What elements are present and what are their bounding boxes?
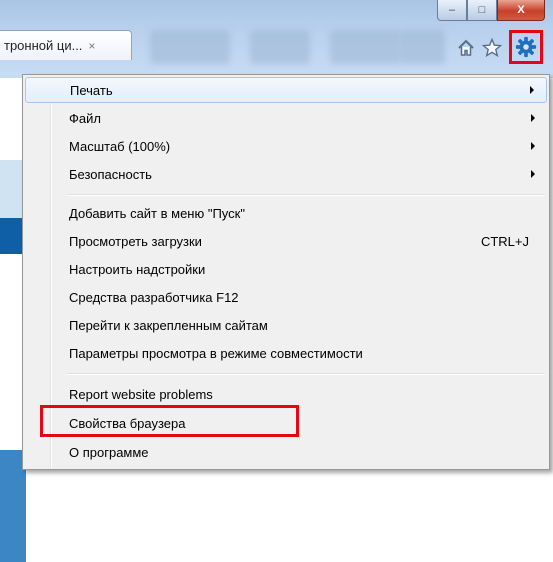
submenu-arrow-icon — [531, 170, 535, 178]
menu-item-view-downloads[interactable]: Просмотреть загрузки CTRL+J — [25, 228, 547, 254]
maximize-button[interactable]: □ — [467, 0, 497, 21]
close-button[interactable]: X — [497, 0, 545, 21]
menu-item-label: Добавить сайт в меню "Пуск" — [69, 205, 245, 221]
menu-item-label: Масштаб (100%) — [69, 138, 171, 154]
gear-icon[interactable] — [515, 34, 537, 60]
menu-item-zoom[interactable]: Масштаб (100%) — [25, 133, 547, 159]
menu-item-compat-view[interactable]: Параметры просмотра в режиме совместимос… — [25, 340, 547, 366]
menu-item-add-to-start[interactable]: Добавить сайт в меню "Пуск" — [25, 200, 547, 226]
minimize-button[interactable]: ‒ — [437, 0, 467, 21]
menu-item-label: Безопасность — [69, 166, 152, 182]
menu-item-label: Просмотреть загрузки — [69, 233, 202, 249]
tab-close-icon[interactable]: × — [88, 39, 95, 53]
menu-item-security[interactable]: Безопасность — [25, 161, 547, 187]
menu-item-label: Перейти к закрепленным сайтам — [69, 317, 268, 333]
menu-separator — [67, 373, 545, 375]
browser-tab[interactable]: тронной ци... × — [0, 30, 132, 60]
window-titlebar: ‒ □ X тронной ци... × — [0, 0, 553, 78]
window-controls: ‒ □ X — [437, 0, 545, 21]
menu-item-label: Настроить надстройки — [69, 261, 206, 277]
menu-item-dev-tools[interactable]: Средства разработчика F12 — [25, 284, 547, 310]
menu-item-shortcut: CTRL+J — [480, 233, 529, 249]
menu-item-label: Печать — [70, 82, 113, 98]
tab-title: тронной ци... — [4, 38, 83, 53]
menu-item-print[interactable]: Печать — [25, 77, 547, 103]
menu-item-about[interactable]: О программе — [25, 439, 547, 465]
favorites-star-icon[interactable] — [481, 35, 503, 61]
home-icon[interactable] — [455, 35, 477, 61]
menu-separator — [67, 194, 545, 196]
menu-item-pinned-sites[interactable]: Перейти к закрепленным сайтам — [25, 312, 547, 338]
tools-button-highlight — [509, 30, 543, 64]
menu-item-label: О программе — [69, 444, 149, 460]
menu-item-label: Средства разработчика F12 — [69, 289, 239, 305]
blurred-tab — [400, 30, 445, 64]
blurred-tab — [250, 30, 310, 64]
menu-item-manage-addons[interactable]: Настроить надстройки — [25, 256, 547, 282]
menu-item-label: Report website problems — [69, 386, 213, 402]
menu-item-label: Файл — [69, 110, 101, 126]
command-icons — [455, 30, 543, 64]
menu-item-label: Параметры просмотра в режиме совместимос… — [69, 345, 363, 361]
menu-item-file[interactable]: Файл — [25, 105, 547, 131]
menu-item-report-problems[interactable]: Report website problems — [25, 381, 547, 407]
submenu-arrow-icon — [531, 142, 535, 150]
internet-options-highlight — [40, 405, 299, 437]
blurred-tab — [330, 30, 400, 64]
submenu-arrow-icon — [531, 114, 535, 122]
submenu-arrow-icon — [530, 86, 534, 94]
blurred-tab — [150, 30, 230, 64]
